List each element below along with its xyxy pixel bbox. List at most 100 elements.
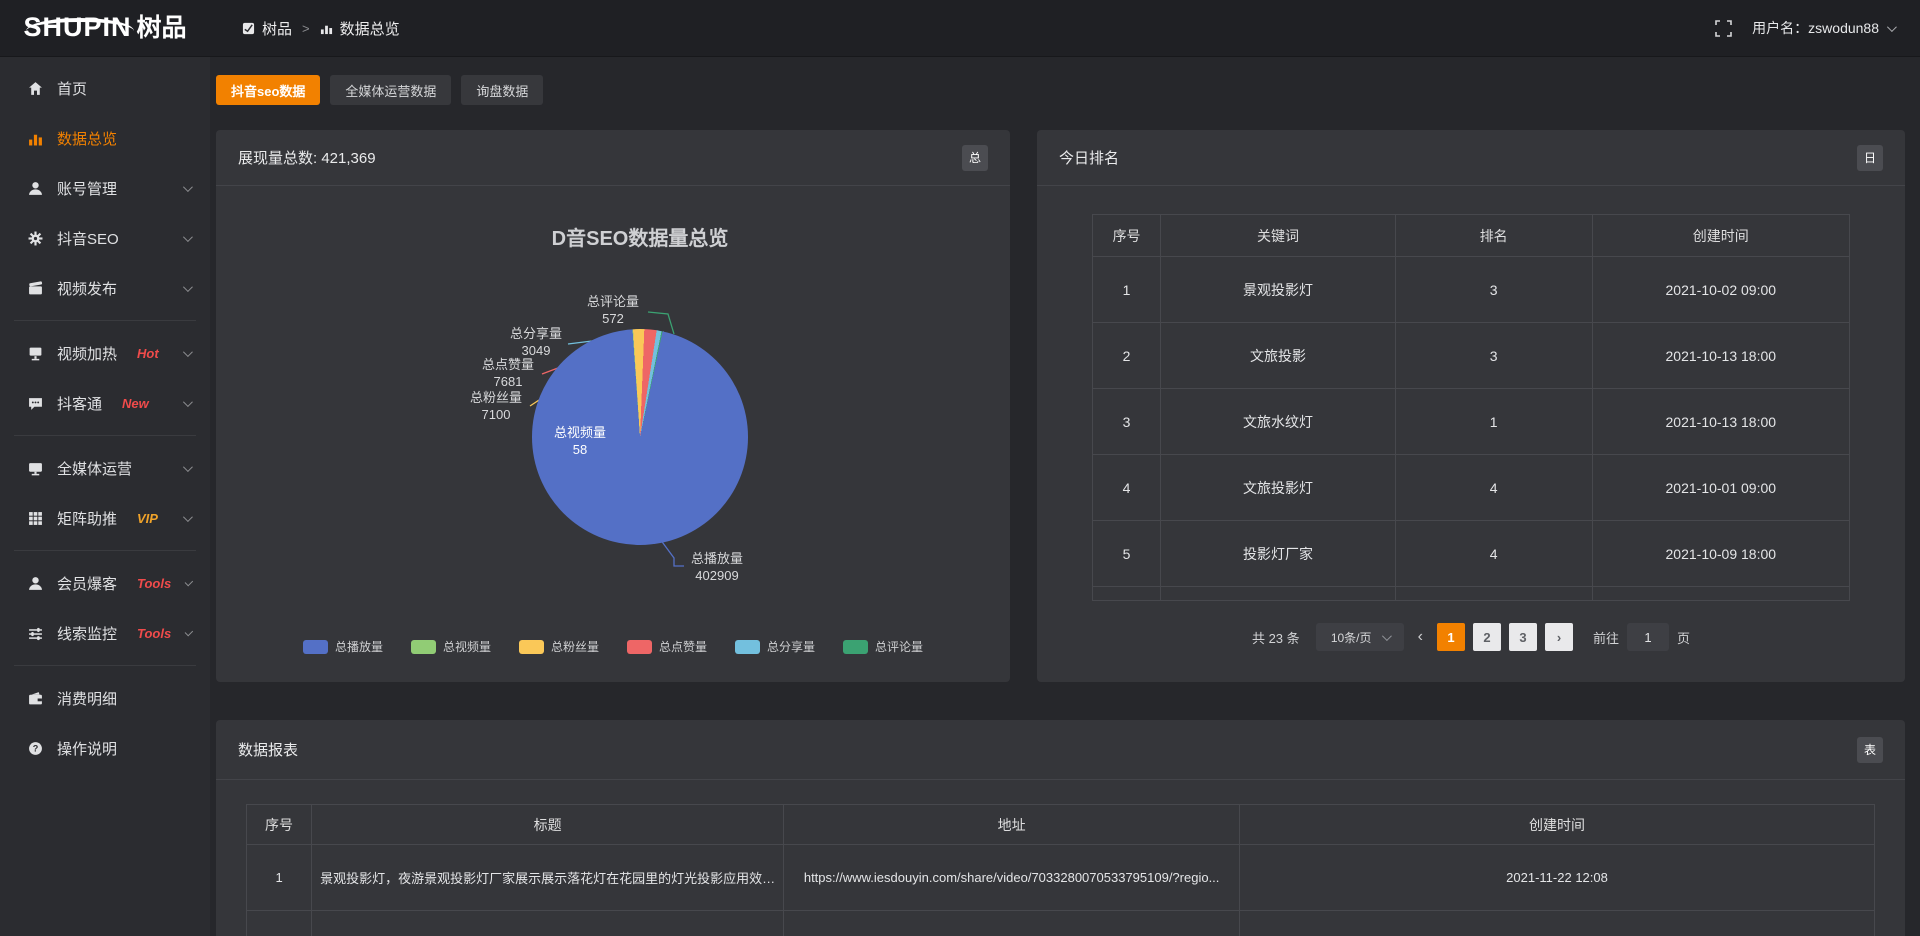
cell-rank: 3 — [1395, 323, 1592, 389]
cell-index: 4 — [1093, 455, 1161, 521]
cell-index: 3 — [1093, 389, 1161, 455]
table-row: 5 投影灯厂家 4 2021-10-09 18:00 — [1093, 521, 1850, 587]
legend-item-likes[interactable]: 总点赞量 — [627, 638, 707, 655]
topbar: SHUPIN 树品 树品 > 数据总览 用户名：zswodun88 — [0, 0, 1920, 57]
col-header-index: 序号 — [1093, 215, 1161, 257]
sidebar-item-account[interactable]: 账号管理 — [0, 163, 210, 213]
impressions-total-label: 展现量总数: 421,369 — [238, 147, 376, 168]
pie-label-likes: 总点赞量7681 — [482, 356, 534, 390]
col-header-index: 序号 — [247, 805, 312, 845]
cell-index: 5 — [1093, 521, 1161, 587]
new-badge: New — [122, 396, 149, 411]
breadcrumb-item-data-overview[interactable]: 数据总览 — [320, 18, 400, 39]
tab-inquiry-data[interactable]: 询盘数据 — [461, 75, 543, 105]
data-report-panel: 数据报表 表 序号 标题 地址 创建时间 1 景观投影灯，夜游景观投影灯厂家展示… — [216, 720, 1905, 936]
sidebar-divider — [14, 320, 196, 321]
table-row: 1 景观投影灯，夜游景观投影灯厂家展示展示落花灯在花园里的灯光投影应用效果 # … — [247, 845, 1875, 911]
today-ranking-panel: 今日排名 日 序号 关键词 排名 创建时间 1 景观投影灯 3 — [1037, 130, 1905, 682]
table-row: 4 文旅投影灯 4 2021-10-01 09:00 — [1093, 455, 1850, 521]
wallet-icon — [28, 691, 43, 706]
legend-swatch — [627, 640, 652, 654]
logo-text-cn: 树品 — [137, 16, 187, 41]
table-badge-button[interactable]: 表 — [1857, 737, 1883, 763]
sidebar-item-label: 操作说明 — [57, 738, 117, 759]
sliders-icon — [28, 626, 43, 641]
col-header-url: 地址 — [784, 805, 1240, 845]
breadcrumb-item-shupin[interactable]: 树品 — [242, 18, 292, 39]
page-button-1[interactable]: 1 — [1437, 623, 1465, 651]
legend-item-plays[interactable]: 总播放量 — [303, 638, 383, 655]
page-button-3[interactable]: 3 — [1509, 623, 1537, 651]
next-page-button[interactable]: › — [1545, 623, 1573, 651]
grid-icon — [28, 511, 43, 526]
sidebar-item-douketong[interactable]: 抖客通 New — [0, 378, 210, 428]
sidebar-item-help[interactable]: ? 操作说明 — [0, 723, 210, 773]
sidebar-item-label: 全媒体运营 — [57, 458, 132, 479]
pie-chart-area: D音SEO数据量总览 总评论量572 总分享量3049 — [216, 186, 1010, 681]
sidebar-item-label: 数据总览 — [57, 128, 117, 149]
vip-badge: VIP — [137, 511, 158, 526]
sidebar-item-matrix-boost[interactable]: 矩阵助推 VIP — [0, 493, 210, 543]
mini-bar-chart-icon — [320, 22, 333, 35]
table-row: 2 文旅投影 3 2021-10-13 18:00 — [1093, 323, 1850, 389]
sidebar-item-douyin-seo[interactable]: 抖音SEO — [0, 213, 210, 263]
cell-keyword: 文旅投影灯 — [1161, 455, 1396, 521]
cell-url-link[interactable]: https://www.iesdouyin.com/share/video/70… — [784, 845, 1240, 911]
legend-item-comments[interactable]: 总评论量 — [843, 638, 923, 655]
legend-item-shares[interactable]: 总分享量 — [735, 638, 815, 655]
sidebar-item-clue-monitor[interactable]: 线索监控 Tools — [0, 608, 210, 658]
total-badge-button[interactable]: 总 — [962, 145, 988, 171]
page-size-select[interactable]: 10条/页 — [1316, 623, 1404, 651]
user-menu[interactable]: 用户名：zswodun88 — [1752, 18, 1894, 38]
chevron-down-icon — [185, 577, 193, 585]
pie-label-comments: 总评论量572 — [587, 293, 639, 327]
legend-swatch — [303, 640, 328, 654]
ranking-panel-title: 今日排名 — [1059, 147, 1119, 168]
logo-arc-decoration — [26, 18, 134, 44]
hot-badge: Hot — [137, 346, 159, 361]
page-button-2[interactable]: 2 — [1473, 623, 1501, 651]
chevron-down-icon — [183, 462, 193, 472]
sidebar-item-video-heat[interactable]: 视频加热 Hot — [0, 328, 210, 378]
sidebar-item-data-overview[interactable]: 数据总览 — [0, 113, 210, 163]
table-row: 3 文旅水纹灯 1 2021-10-13 18:00 — [1093, 389, 1850, 455]
sidebar-item-label: 线索监控 — [57, 623, 117, 644]
sidebar-item-home[interactable]: 首页 — [0, 63, 210, 113]
cell-rank: 4 — [1395, 521, 1592, 587]
legend-swatch — [735, 640, 760, 654]
chat-icon — [28, 396, 43, 411]
goto-suffix: 页 — [1677, 628, 1690, 647]
sidebar: 首页 数据总览 账号管理 抖音SEO 视频发布 视频加热 Hot — [0, 57, 210, 936]
legend-item-videos[interactable]: 总视频量 — [411, 638, 491, 655]
screen-icon — [28, 461, 43, 476]
sidebar-item-video-publish[interactable]: 视频发布 — [0, 263, 210, 313]
sidebar-item-member[interactable]: 会员爆客 Tools — [0, 558, 210, 608]
ranking-table: 序号 关键词 排名 创建时间 1 景观投影灯 3 2021-10-02 09:0… — [1092, 214, 1850, 601]
fullscreen-icon[interactable] — [1715, 20, 1732, 37]
cell-keyword: 投影灯厂家 — [1161, 521, 1396, 587]
col-header-keyword: 关键词 — [1161, 215, 1396, 257]
chevron-down-icon — [183, 397, 193, 407]
cell-rank: 4 — [1395, 455, 1592, 521]
prev-page-button[interactable]: ‹ — [1412, 628, 1429, 646]
goto-page-input[interactable] — [1627, 623, 1669, 651]
chart-legend: 总播放量 总视频量 总粉丝量 总点赞量 总分享量 总评论量 — [216, 638, 1010, 655]
cell-created: 2021-10-13 18:00 — [1592, 389, 1849, 455]
cell-rank: 1 — [1395, 389, 1592, 455]
tab-douyin-seo-data[interactable]: 抖音seo数据 — [216, 75, 320, 105]
video-publish-icon — [28, 281, 43, 296]
tab-media-operation-data[interactable]: 全媒体运营数据 — [330, 75, 451, 105]
sidebar-item-media-operation[interactable]: 全媒体运营 — [0, 443, 210, 493]
day-badge-button[interactable]: 日 — [1857, 145, 1883, 171]
cell-keyword: 景观投影灯 — [1161, 257, 1396, 323]
pie-label-fans: 总粉丝量7100 — [470, 389, 522, 423]
legend-item-fans[interactable]: 总粉丝量 — [519, 638, 599, 655]
col-header-rank: 排名 — [1395, 215, 1592, 257]
table-row-partial — [1093, 587, 1850, 601]
monitor-icon — [28, 346, 43, 361]
cell-title: 景观投影灯，夜游景观投影灯厂家展示展示落花灯在花园里的灯光投影应用效果 # — [312, 845, 784, 911]
user-icon — [28, 181, 43, 196]
report-panel-title: 数据报表 — [238, 739, 298, 760]
sidebar-item-consumption[interactable]: 消费明细 — [0, 673, 210, 723]
page-size-value: 10条/页 — [1331, 629, 1372, 646]
